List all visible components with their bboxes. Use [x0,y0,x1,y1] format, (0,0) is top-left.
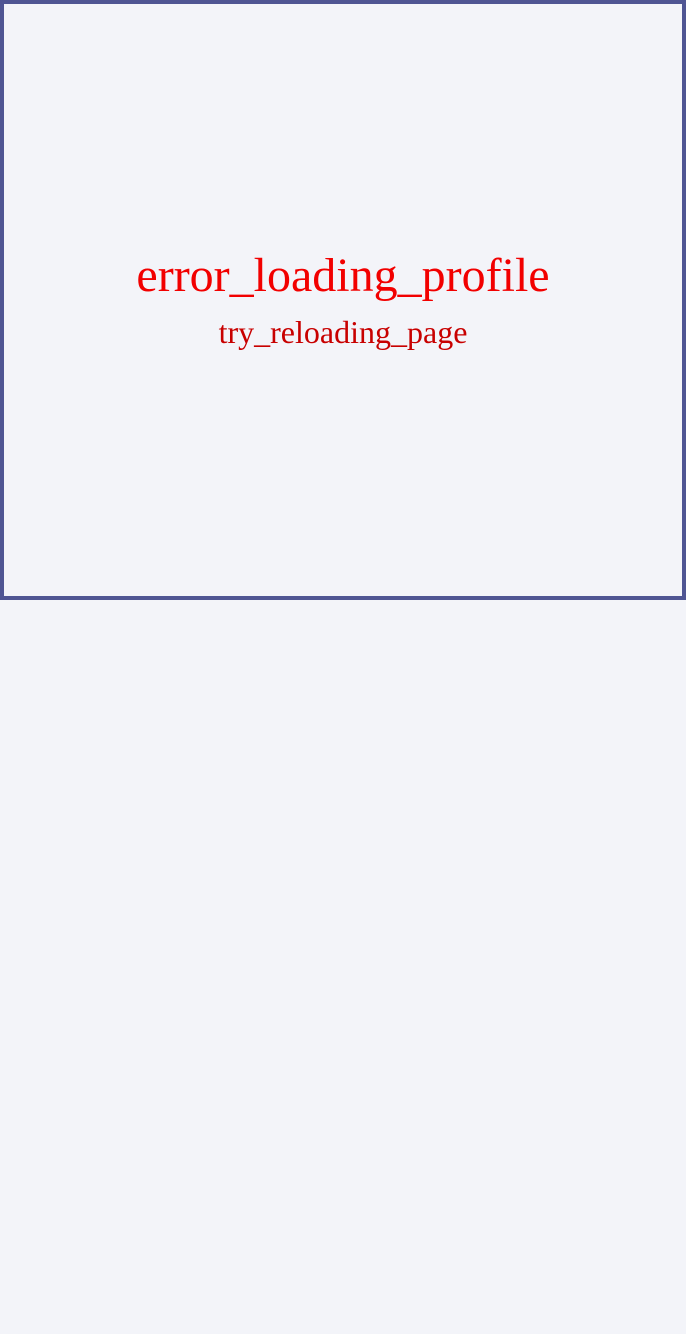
error-title: error_loading_profile [136,249,550,302]
error-subtitle: try_reloading_page [218,314,468,350]
error-panel: error_loading_profile try_reloading_page [0,0,686,600]
